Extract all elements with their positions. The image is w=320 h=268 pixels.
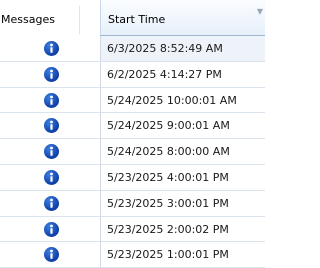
table-row[interactable]: 5/24/2025 8:00:00 AM	[0, 139, 265, 165]
messages-cell[interactable]	[0, 191, 100, 216]
start-time-cell[interactable]: 6/3/2025 8:52:49 AM	[100, 36, 265, 61]
messages-cell[interactable]	[0, 165, 100, 190]
chevron-down-icon[interactable]: ▼	[257, 8, 263, 16]
start-time-cell[interactable]: 5/23/2025 3:00:01 PM	[100, 190, 265, 216]
start-time-cell[interactable]: 5/24/2025 8:00:00 AM	[100, 139, 265, 164]
info-icon	[44, 41, 59, 56]
messages-cell[interactable]	[0, 36, 100, 61]
info-icon	[44, 169, 59, 185]
table-row[interactable]: 5/23/2025 2:00:02 PM	[0, 216, 265, 243]
start-time-cell[interactable]: 5/24/2025 10:00:01 AM	[100, 87, 265, 113]
start-time-cell[interactable]: 5/23/2025 1:00:01 PM	[100, 242, 265, 268]
messages-cell[interactable]	[0, 217, 100, 242]
start-time-cell[interactable]: 6/2/2025 4:14:27 PM	[100, 61, 265, 87]
info-icon	[44, 195, 59, 211]
table-row[interactable]: 6/3/2025 8:52:49 AM	[0, 36, 265, 62]
table-row[interactable]: 5/24/2025 10:00:01 AM	[0, 87, 265, 114]
messages-cell[interactable]	[0, 62, 100, 87]
start-time-cell[interactable]: 5/23/2025 4:00:01 PM	[100, 164, 265, 190]
messages-cell[interactable]	[0, 242, 100, 267]
grid-header: Messages Start Time ▼	[0, 0, 265, 36]
table-row[interactable]: 5/23/2025 3:00:01 PM	[0, 190, 265, 217]
table-row[interactable]: 6/2/2025 4:14:27 PM	[0, 61, 265, 88]
info-icon	[44, 247, 59, 263]
grid-rows: 6/3/2025 8:52:49 AM 6/2/2025 4:14:27 PM …	[0, 36, 265, 268]
messages-cell[interactable]	[0, 139, 100, 164]
table-row[interactable]: 5/23/2025 1:00:01 PM	[0, 242, 265, 268]
info-icon	[44, 92, 59, 108]
messages-cell[interactable]	[0, 113, 100, 138]
info-icon	[44, 66, 59, 82]
messages-grid: Messages Start Time ▼ 6/3/2025 8:52:49 A…	[0, 0, 265, 268]
messages-cell[interactable]	[0, 88, 100, 113]
info-icon	[44, 221, 59, 237]
start-time-cell[interactable]: 5/24/2025 9:00:01 AM	[100, 113, 265, 139]
info-icon	[44, 118, 59, 134]
info-icon	[44, 144, 59, 160]
table-row[interactable]: 5/24/2025 9:00:01 AM	[0, 113, 265, 140]
column-header-start-time[interactable]: Start Time ▼	[100, 0, 265, 36]
column-header-start-time-label: Start Time	[108, 13, 166, 26]
column-divider[interactable]	[79, 6, 80, 34]
table-row[interactable]: 5/23/2025 4:00:01 PM	[0, 164, 265, 191]
column-header-messages[interactable]: Messages	[0, 0, 80, 36]
start-time-cell[interactable]: 5/23/2025 2:00:02 PM	[100, 216, 265, 242]
